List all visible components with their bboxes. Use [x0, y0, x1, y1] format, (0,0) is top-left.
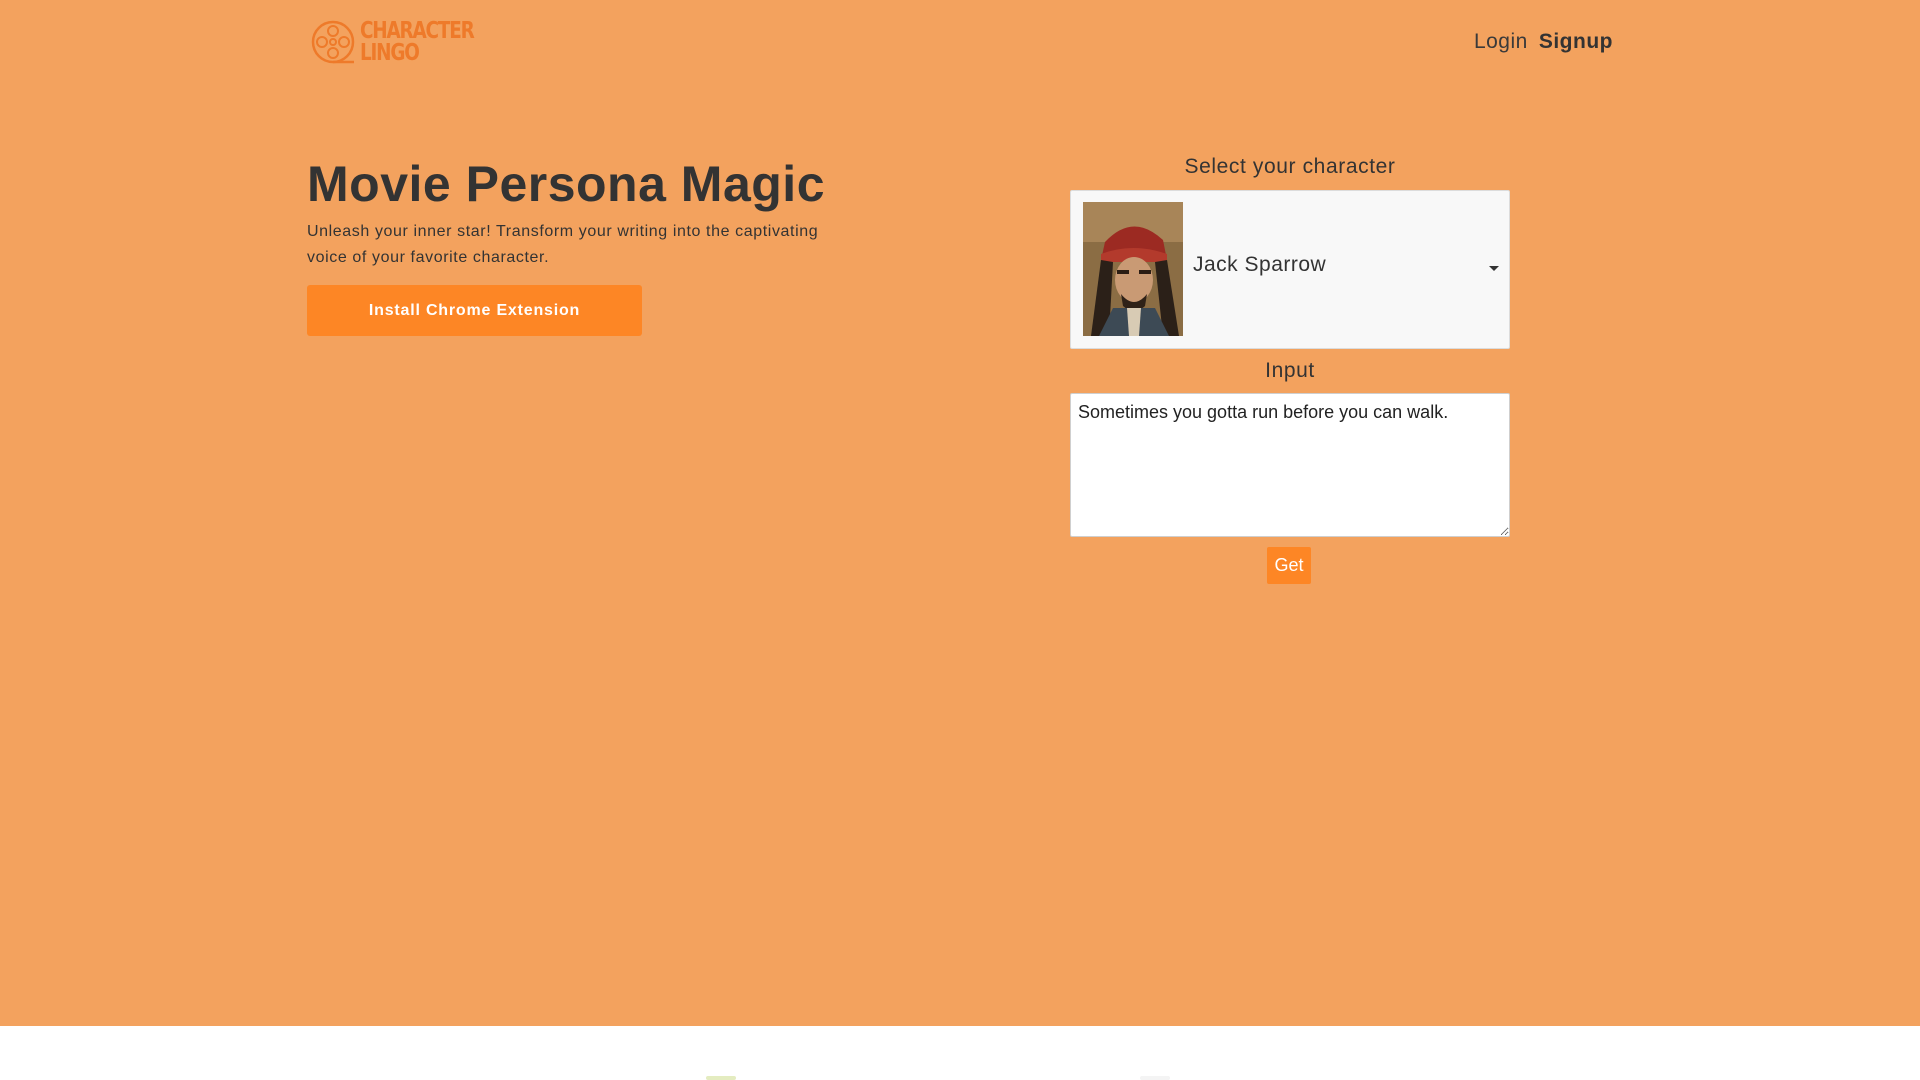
hero-section [0, 0, 1920, 1026]
hero-subtitle: Unleash your inner star! Transform your … [307, 223, 819, 266]
signup-link[interactable]: Signup [1539, 30, 1613, 54]
character-select[interactable]: Jack Sparrow [1070, 190, 1510, 349]
footer-section [0, 1026, 1920, 1080]
install-chrome-extension-button[interactable]: Install Chrome Extension [307, 285, 642, 336]
logo-link[interactable]: CHARACTER LINGO [310, 19, 502, 65]
select-character-label: Select your character [1184, 155, 1396, 178]
selected-character-name: Jack Sparrow [1193, 253, 1327, 276]
character-avatar [1083, 202, 1183, 336]
logo-line-1: CHARACTER [360, 18, 475, 44]
footer-decoration [706, 1076, 736, 1080]
caret-down-icon [1489, 266, 1499, 271]
top-nav: Login Signup [1474, 30, 1613, 54]
input-label: Input [1265, 359, 1315, 382]
film-reel-icon [311, 20, 355, 64]
logo-text: CHARACTER LINGO [360, 18, 475, 66]
input-textarea[interactable]: Sometimes you gotta run before you can w… [1070, 393, 1510, 537]
login-link[interactable]: Login [1474, 30, 1528, 54]
footer-decoration [1140, 1076, 1170, 1080]
get-button[interactable]: Get [1267, 547, 1311, 584]
logo-line-2: LINGO [360, 40, 420, 66]
page-title: Movie Persona Magic [307, 156, 825, 212]
